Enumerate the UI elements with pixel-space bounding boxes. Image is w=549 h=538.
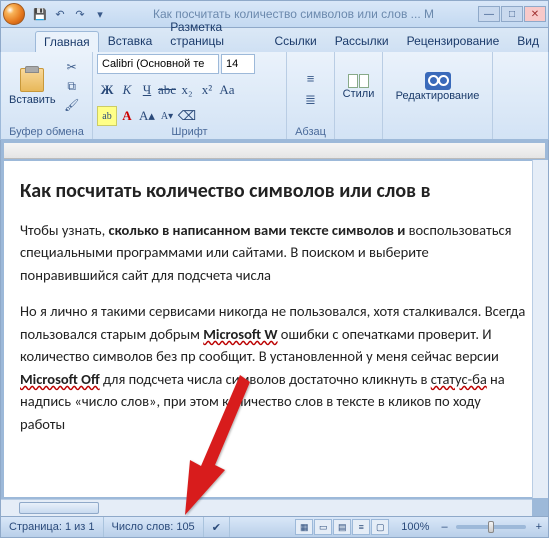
clipboard-icon xyxy=(20,68,44,92)
tab-home[interactable]: Главная xyxy=(35,31,99,52)
tab-insert[interactable]: Вставка xyxy=(99,30,162,52)
subscript-icon[interactable]: x₂ xyxy=(177,80,197,100)
scrollbar-thumb[interactable] xyxy=(19,502,99,514)
web-layout-icon[interactable]: ▤ xyxy=(333,519,351,535)
align-icon[interactable]: ≣ xyxy=(301,90,321,110)
horizontal-scrollbar[interactable] xyxy=(1,499,532,516)
outline-icon[interactable]: ≡ xyxy=(352,519,370,535)
cut-icon[interactable]: ✂ xyxy=(62,58,82,76)
status-word-count[interactable]: Число слов: 105 xyxy=(104,517,204,537)
quick-access-toolbar: 💾 ↶ ↷ ▾ xyxy=(3,3,109,25)
highlight-icon[interactable]: ab xyxy=(97,106,117,126)
view-buttons: ▦ ▭ ▤ ≡ ▢ xyxy=(291,519,393,535)
status-page[interactable]: Страница: 1 из 1 xyxy=(1,517,104,537)
italic-button[interactable]: К xyxy=(117,80,137,100)
ruler[interactable] xyxy=(4,143,545,159)
ribbon: Вставить ✂ ⧉ 🖌 Буфер обмена Ж К Ч abc x₂… xyxy=(0,52,549,140)
editing-group: Редактирование xyxy=(383,52,493,139)
redo-icon[interactable]: ↷ xyxy=(71,5,89,23)
vertical-scrollbar[interactable] xyxy=(532,160,548,498)
zoom-out-icon[interactable]: – xyxy=(437,521,451,533)
office-button[interactable] xyxy=(3,3,25,25)
doc-paragraph-1: Чтобы узнать, сколько в написанном вами … xyxy=(20,219,529,286)
doc-paragraph-2: Но я лично я такими сервисами никогда не… xyxy=(20,300,529,435)
font-color-icon[interactable]: A xyxy=(117,106,137,126)
underline-button[interactable]: Ч xyxy=(137,80,157,100)
qat-dropdown-icon[interactable]: ▾ xyxy=(91,5,109,23)
superscript-icon[interactable]: x² xyxy=(197,80,217,100)
zoom-thumb[interactable] xyxy=(488,521,494,533)
clear-format-icon[interactable]: ⌫ xyxy=(177,106,197,126)
shrink-font-icon[interactable]: A▾ xyxy=(157,106,177,126)
title-bar: 💾 ↶ ↷ ▾ Как посчитать количество символо… xyxy=(0,0,549,28)
font-name-select[interactable] xyxy=(97,54,219,74)
status-proofing-icon[interactable]: ✔ xyxy=(204,517,230,537)
tab-page-layout[interactable]: Разметка страницы xyxy=(161,16,265,52)
document-area: ИСТОЧНИК: web-article.com.ua Как посчита… xyxy=(0,140,549,516)
binoculars-icon xyxy=(425,72,451,90)
draft-icon[interactable]: ▢ xyxy=(371,519,389,535)
save-icon[interactable]: 💾 xyxy=(31,5,49,23)
tab-references[interactable]: Ссылки xyxy=(266,30,326,52)
window-controls: — □ ✕ xyxy=(478,6,546,22)
case-icon[interactable]: Aa xyxy=(217,80,237,100)
zoom-level[interactable]: 100% xyxy=(393,517,437,537)
zoom-slider[interactable] xyxy=(456,525,526,529)
page[interactable]: Как посчитать количество символов или сл… xyxy=(4,161,545,497)
paragraph-icon[interactable]: ≡ xyxy=(301,68,321,88)
find-button[interactable]: Редактирование xyxy=(387,54,488,120)
clipboard-group: Вставить ✂ ⧉ 🖌 Буфер обмена xyxy=(1,52,93,139)
tab-mailings[interactable]: Рассылки xyxy=(326,30,398,52)
grow-font-icon[interactable]: A▴ xyxy=(137,106,157,126)
doc-heading: Как посчитать количество символов или сл… xyxy=(20,179,529,203)
styles-button[interactable]: Стили xyxy=(339,54,378,120)
print-layout-icon[interactable]: ▦ xyxy=(295,519,313,535)
close-button[interactable]: ✕ xyxy=(524,6,546,22)
paste-button[interactable]: Вставить xyxy=(5,54,60,120)
styles-icon xyxy=(348,74,369,88)
ribbon-tabs: Главная Вставка Разметка страницы Ссылки… xyxy=(0,28,549,52)
copy-icon[interactable]: ⧉ xyxy=(62,77,82,95)
tab-view[interactable]: Вид xyxy=(508,30,548,52)
minimize-button[interactable]: — xyxy=(478,6,500,22)
maximize-button[interactable]: □ xyxy=(501,6,523,22)
styles-group: Стили xyxy=(335,52,383,139)
undo-icon[interactable]: ↶ xyxy=(51,5,69,23)
font-group: Ж К Ч abc x₂ x² Aa ab A A▴ A▾ ⌫ Шрифт xyxy=(93,52,287,139)
format-painter-icon[interactable]: 🖌 xyxy=(62,96,82,114)
bold-button[interactable]: Ж xyxy=(97,80,117,100)
tab-review[interactable]: Рецензирование xyxy=(398,30,509,52)
strikethrough-icon[interactable]: abc xyxy=(157,80,177,100)
zoom-in-icon[interactable]: + xyxy=(530,521,548,533)
font-size-select[interactable] xyxy=(221,54,255,74)
full-screen-icon[interactable]: ▭ xyxy=(314,519,332,535)
paragraph-group: ≡ ≣ Абзац xyxy=(287,52,335,139)
